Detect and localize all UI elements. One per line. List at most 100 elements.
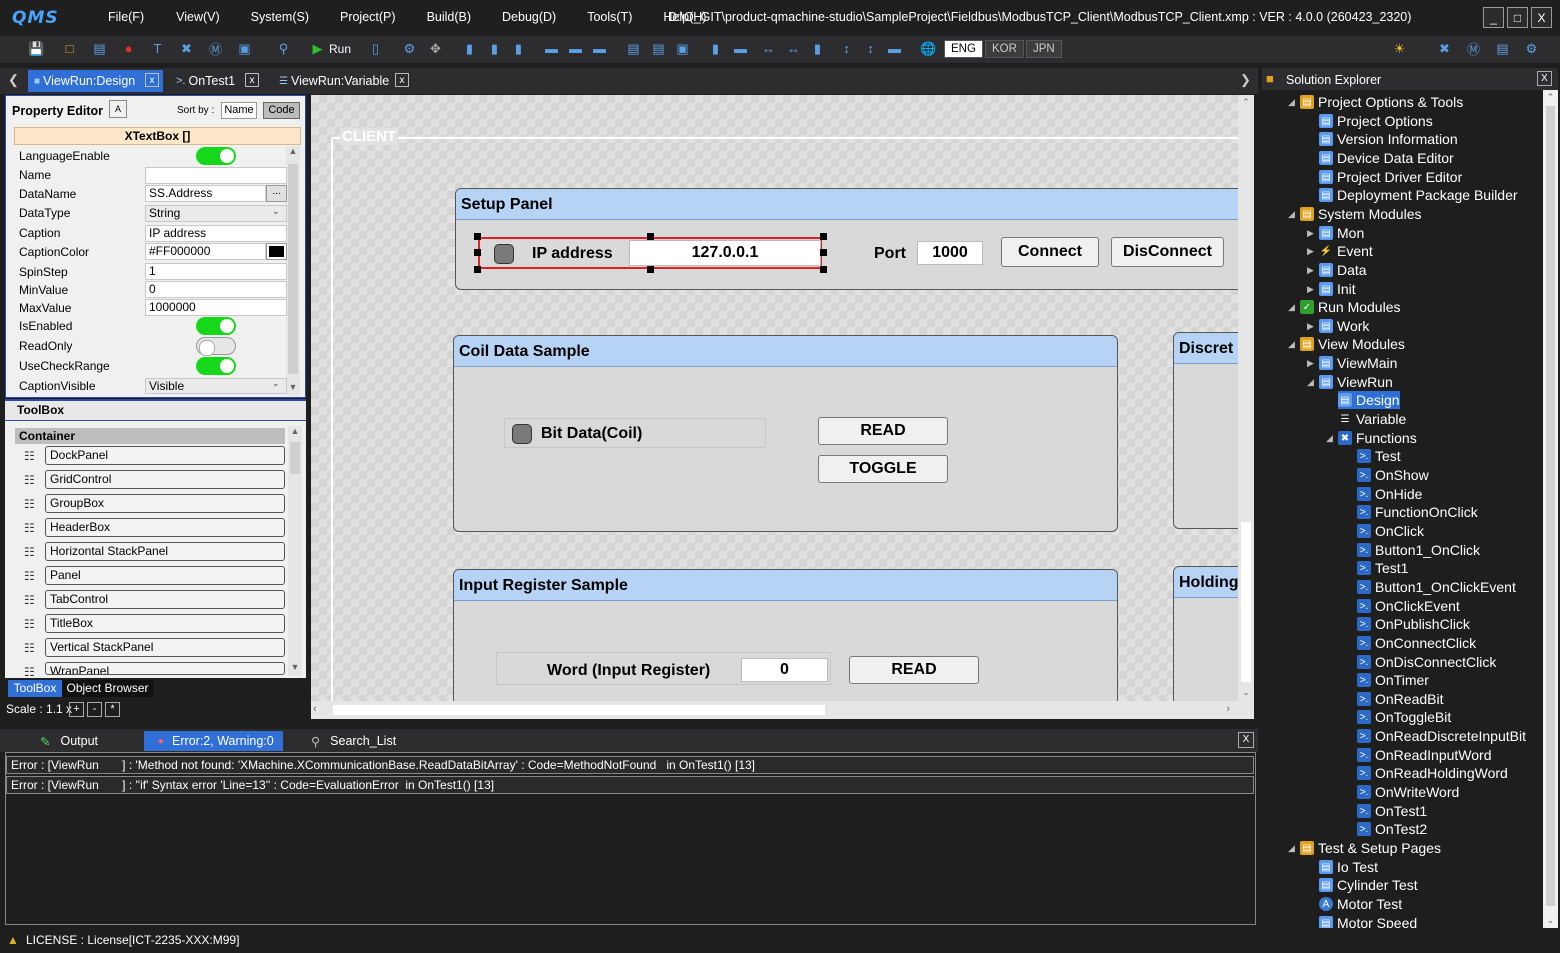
prop-value-captionvisible[interactable]: Visible — [145, 378, 287, 394]
toolbox-item-dockpanel[interactable]: DockPanel — [45, 446, 285, 465]
align-center-icon[interactable]: ▮ — [486, 40, 503, 57]
document-icon[interactable]: ▤ — [1494, 40, 1511, 57]
tree-item-onpublishclick[interactable]: >. OnPublishClick — [1357, 615, 1470, 633]
tree-item-button1-onclick[interactable]: >. Button1_OnClick — [1357, 541, 1480, 559]
code-icon[interactable]: □ — [61, 40, 78, 57]
toolbox-item-panel[interactable]: Panel — [45, 566, 285, 585]
collapse-arrow-icon[interactable]: ▶ — [1307, 228, 1314, 239]
menu-system[interactable]: System(S) — [251, 10, 309, 24]
tree-item-project-options[interactable]: ▤ Project Options — [1319, 112, 1433, 130]
toolbox-item-titlebox[interactable]: TitleBox — [45, 614, 285, 633]
property-scrollbar[interactable]: ▲ ▼ — [286, 146, 300, 396]
tree-item-init[interactable]: ▤ Init — [1319, 280, 1356, 298]
tree-item-test1[interactable]: >. Test1 — [1357, 559, 1408, 577]
tab-close-icon[interactable]: x — [395, 73, 409, 87]
tree-item-onreadinputword[interactable]: >. OnReadInputWord — [1357, 746, 1491, 764]
tree-item-ontimer[interactable]: >. OnTimer — [1357, 671, 1429, 689]
page-icon[interactable]: ▯ — [367, 40, 384, 57]
tabs-right-arrow-icon[interactable]: ❯ — [1240, 72, 1251, 88]
scroll-down-icon[interactable]: ⌄ — [1543, 915, 1558, 926]
toggle-readonly[interactable] — [196, 337, 236, 356]
function-icon[interactable]: ✖ — [178, 40, 195, 57]
resize-handle[interactable] — [647, 266, 654, 273]
lang-kor-button[interactable]: KOR — [985, 40, 1024, 58]
tree-item-cylinder-test[interactable]: ▤ Cylinder Test — [1319, 876, 1418, 894]
color-swatch[interactable] — [266, 243, 287, 260]
canvas-vscrollbar[interactable]: ⌃ ⌄ — [1238, 95, 1254, 701]
scroll-up-icon[interactable]: ⌃ — [1238, 97, 1254, 109]
expand-arrow-icon[interactable]: ◢ — [1326, 433, 1333, 444]
scale-reset-button[interactable]: * — [105, 702, 120, 717]
sort-name-button[interactable]: Name — [221, 102, 257, 119]
tabs-left-arrow-icon[interactable]: ❮ — [8, 72, 19, 88]
tree-item-functiononclick[interactable]: >. FunctionOnClick — [1357, 503, 1478, 521]
scroll-down-icon[interactable]: ⌄ — [1238, 687, 1254, 699]
save-icon[interactable]: 💾 — [28, 40, 45, 57]
sort-code-button[interactable]: Code — [263, 102, 300, 119]
resize-handle[interactable] — [820, 266, 827, 273]
tree-item-run-modules[interactable]: ✓ Run Modules — [1300, 298, 1401, 316]
menu-view[interactable]: View(V) — [176, 10, 220, 24]
tab-ontest1[interactable]: >. OnTest1 x — [170, 70, 263, 92]
prop-value-spinstep[interactable]: 1 — [145, 263, 287, 280]
close-button[interactable]: X — [1531, 7, 1552, 28]
maximize-button[interactable]: □ — [1507, 7, 1528, 28]
tree-item-data[interactable]: ▤ Data — [1319, 261, 1367, 279]
tree-item-version-information[interactable]: ▤ Version Information — [1319, 130, 1458, 148]
toolbox-scrollbar[interactable]: ▲ ▼ — [288, 426, 302, 676]
function-icon-2[interactable]: ✖ — [1436, 40, 1453, 57]
prop-value-minvalue[interactable]: 0 — [145, 281, 287, 298]
collapse-arrow-icon[interactable]: ▶ — [1307, 265, 1314, 276]
prop-value-dataname[interactable]: SS.Address — [145, 185, 266, 202]
toolbox-item-gridcontrol[interactable]: GridControl — [45, 470, 285, 489]
tab-close-icon[interactable]: x — [245, 73, 259, 87]
tree-item-onclickevent[interactable]: >. OnClickEvent — [1357, 597, 1460, 615]
settings-icon[interactable]: ⚙ — [1523, 40, 1540, 57]
message-icon[interactable]: ▤ — [91, 40, 108, 57]
h-spacing-icon[interactable]: ▮ — [707, 40, 724, 57]
v-increase-icon[interactable]: ↕ — [838, 40, 855, 57]
tree-item-ondisconnectclick[interactable]: >. OnDisConnectClick — [1357, 653, 1496, 671]
tree-item-motor-test[interactable]: A Motor Test — [1319, 895, 1402, 913]
same-width-icon[interactable]: ▤ — [625, 40, 642, 57]
tab-toolbox[interactable]: ToolBox — [8, 680, 62, 697]
tab-search-list[interactable]: ⚲ Search_List — [311, 731, 396, 751]
tree-item-design[interactable]: ▤ Design — [1338, 391, 1400, 409]
run-icon[interactable]: ▶ — [309, 40, 326, 57]
tab-viewrun-variable[interactable]: ☰ ViewRun:Variable x — [273, 70, 413, 92]
toolbox-category[interactable]: Container — [15, 428, 285, 444]
resize-handle[interactable] — [474, 249, 481, 256]
tab-output[interactable]: ✎ Output — [40, 731, 98, 751]
connect-button[interactable]: Connect — [1001, 237, 1099, 267]
scroll-right-icon[interactable]: › — [1226, 703, 1230, 715]
prop-value-maxvalue[interactable]: 1000000 — [145, 299, 287, 316]
canvas-hscrollbar[interactable]: ‹ › — [311, 701, 1254, 719]
prop-value-captioncolor[interactable]: #FF000000 — [145, 243, 266, 260]
error-row[interactable]: Error : [ViewRun ] : 'Method not found: … — [6, 756, 1254, 774]
align-middle-icon[interactable]: ▬ — [567, 40, 584, 57]
run-button[interactable]: Run — [329, 42, 351, 56]
tree-item-viewrun[interactable]: ▤ ViewRun — [1319, 373, 1393, 391]
expand-arrow-icon[interactable]: ◢ — [1288, 843, 1295, 854]
align-bottom-icon[interactable]: ▬ — [591, 40, 608, 57]
word-value-input[interactable]: 0 — [741, 658, 828, 682]
lang-eng-button[interactable]: ENG — [944, 40, 983, 58]
move-icon[interactable]: ✥ — [427, 40, 444, 57]
scroll-thumb[interactable] — [290, 442, 300, 474]
tab-viewrun-design[interactable]: ■ ViewRun:Design x — [28, 70, 163, 92]
expand-arrow-icon[interactable]: ◢ — [1288, 209, 1295, 220]
scroll-up-icon[interactable]: ▲ — [288, 426, 302, 440]
input-read-button[interactable]: READ — [849, 656, 979, 684]
expand-arrow-icon[interactable]: ◢ — [1288, 97, 1295, 108]
align-top-icon[interactable]: ▬ — [543, 40, 560, 57]
lang-jpn-button[interactable]: JPN — [1026, 40, 1062, 58]
tree-item-ontest2[interactable]: >. OnTest2 — [1357, 820, 1427, 838]
solution-close-button[interactable]: X — [1537, 71, 1552, 86]
text-icon[interactable]: T — [149, 40, 166, 57]
output-close-button[interactable]: X — [1238, 732, 1254, 748]
scroll-down-icon[interactable]: ▼ — [288, 662, 302, 676]
toolbox-item-headerbox[interactable]: HeaderBox — [45, 518, 285, 537]
tab-close-icon[interactable]: x — [145, 73, 159, 87]
v-decrease-icon[interactable]: ↕ — [862, 40, 879, 57]
h-decrease-icon[interactable]: ↔ — [785, 40, 802, 57]
